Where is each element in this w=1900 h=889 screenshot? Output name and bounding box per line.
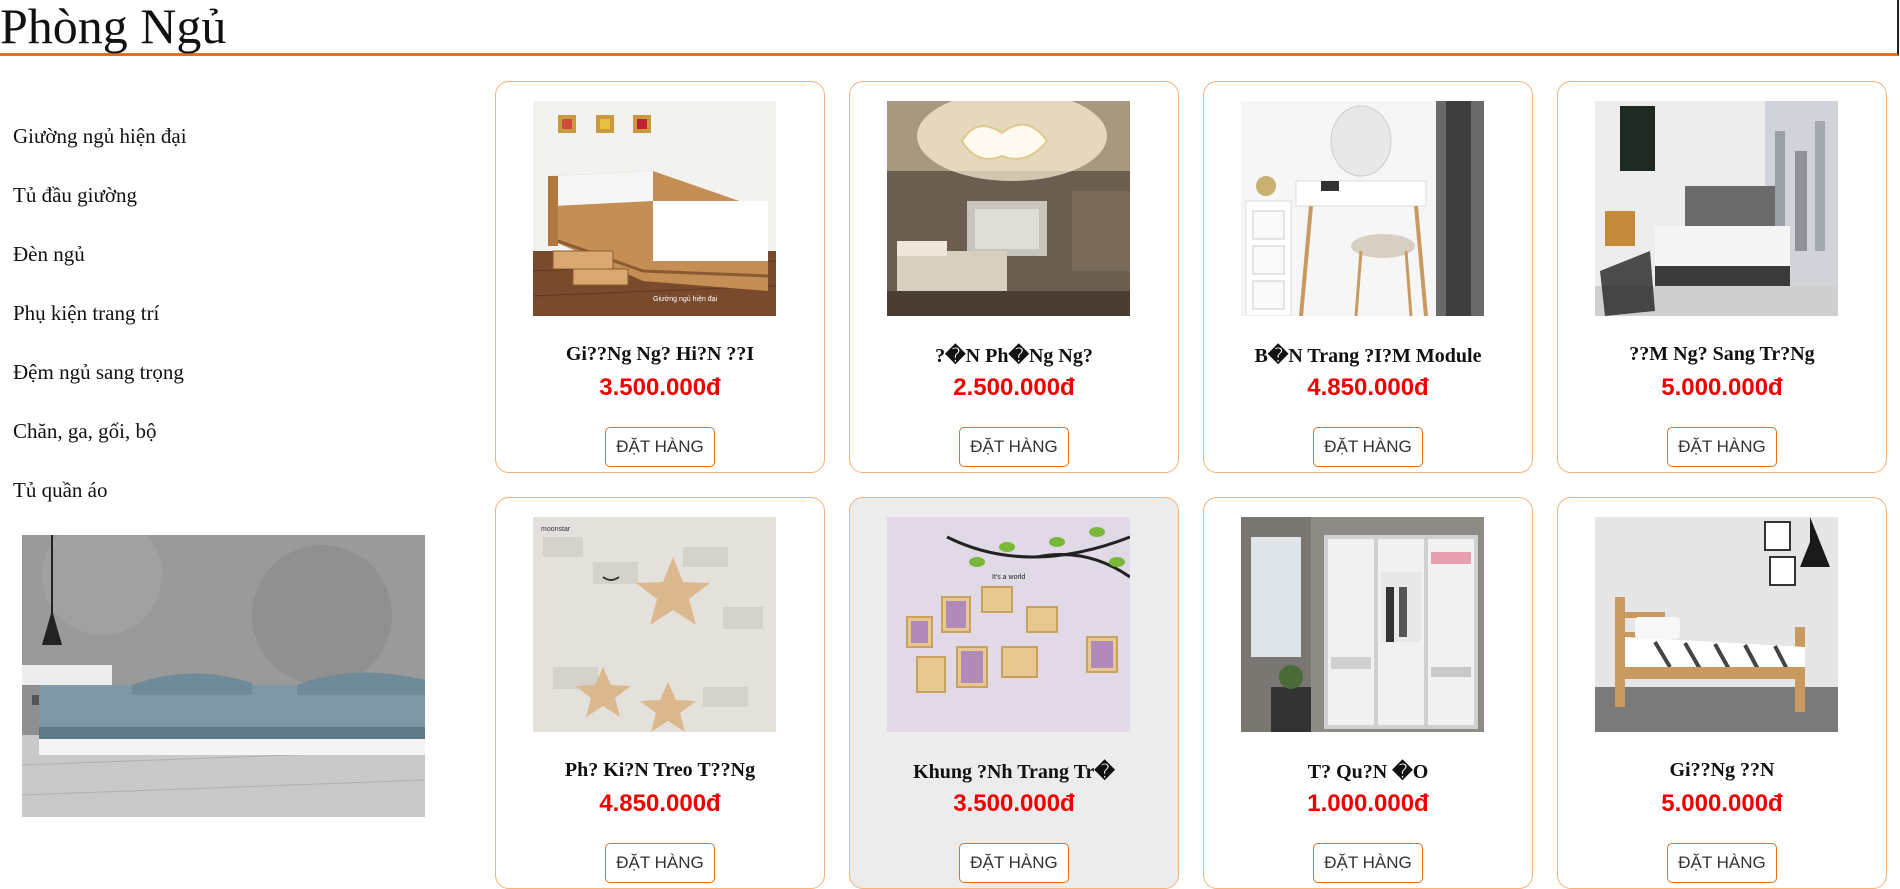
sidebar-item-bedside-cabinet[interactable]: Tủ đầu giường bbox=[13, 181, 137, 209]
product-price: 4.850.000đ bbox=[599, 790, 721, 817]
order-button[interactable]: ĐẶT HÀNG bbox=[1313, 427, 1423, 467]
product-image[interactable] bbox=[887, 101, 1130, 316]
sidebar-item-bedding[interactable]: Chăn, ga, gối, bộ bbox=[13, 417, 156, 445]
product-image[interactable] bbox=[1241, 517, 1484, 732]
page-title: Phòng Ngủ bbox=[0, 0, 227, 54]
product-price: 3.500.000đ bbox=[953, 790, 1075, 817]
sidebar-item-mattress[interactable]: Đệm ngủ sang trọng bbox=[13, 358, 184, 386]
page-header: Phòng Ngủ bbox=[0, 0, 1899, 56]
product-image[interactable] bbox=[1595, 101, 1838, 316]
sidebar-item-wardrobe[interactable]: Tủ quần áo bbox=[13, 476, 107, 504]
product-card[interactable]: B�N Trang ?I?M Module 4.850.000đ ĐẶT HÀN… bbox=[1203, 81, 1533, 473]
sidebar-item-modern-bed[interactable]: Giường ngủ hiện đại bbox=[13, 122, 187, 150]
sidebar-item-decor-accessories[interactable]: Phụ kiện trang trí bbox=[13, 299, 159, 327]
product-name[interactable]: Gi??Ng ??N bbox=[1558, 759, 1886, 782]
product-image[interactable]: moonstar bbox=[533, 517, 776, 732]
product-card[interactable]: moonstar Ph? Ki?N Treo T??Ng 4.850.000đ … bbox=[495, 497, 825, 889]
product-name[interactable]: B�N Trang ?I?M Module bbox=[1204, 343, 1532, 368]
order-button[interactable]: ĐẶT HÀNG bbox=[1667, 427, 1777, 467]
order-button[interactable]: ĐẶT HÀNG bbox=[959, 843, 1069, 883]
product-price: 3.500.000đ bbox=[599, 374, 721, 401]
product-price: 2.500.000đ bbox=[953, 374, 1075, 401]
product-name[interactable]: ??M Ng? Sang Tr?Ng bbox=[1558, 343, 1886, 366]
product-price: 5.000.000đ bbox=[1661, 374, 1783, 401]
order-button[interactable]: ĐẶT HÀNG bbox=[1313, 843, 1423, 883]
product-card[interactable]: ??M Ng? Sang Tr?Ng 5.000.000đ ĐẶT HÀNG bbox=[1557, 81, 1887, 473]
order-button[interactable]: ĐẶT HÀNG bbox=[605, 427, 715, 467]
order-button[interactable]: ĐẶT HÀNG bbox=[605, 843, 715, 883]
product-card[interactable]: It's a world Khung ?Nh Trang Tr� 3.500.0… bbox=[849, 497, 1179, 889]
product-price: 4.850.000đ bbox=[1307, 374, 1429, 401]
product-card[interactable]: Gi??Ng ??N 5.000.000đ ĐẶT HÀNG bbox=[1557, 497, 1887, 889]
product-name[interactable]: T? Qu?N �O bbox=[1204, 759, 1532, 784]
product-image[interactable]: It's a world bbox=[887, 517, 1130, 732]
sidebar-banner-image bbox=[22, 535, 425, 817]
order-button[interactable]: ĐẶT HÀNG bbox=[959, 427, 1069, 467]
svg-text:moonstar: moonstar bbox=[541, 526, 571, 533]
product-name[interactable]: Ph? Ki?N Treo T??Ng bbox=[496, 759, 824, 782]
product-name[interactable]: Gi??Ng Ng? Hi?N ??I bbox=[496, 343, 824, 366]
product-card[interactable]: ?�N Ph�Ng Ng? 2.500.000đ ĐẶT HÀNG bbox=[849, 81, 1179, 473]
product-image[interactable] bbox=[1241, 101, 1484, 316]
svg-text:It's a world: It's a world bbox=[992, 574, 1025, 581]
svg-text:Giường ngủ hiện đại: Giường ngủ hiện đại bbox=[653, 295, 718, 303]
sidebar-item-bed-lamp[interactable]: Đèn ngủ bbox=[13, 240, 85, 268]
product-name[interactable]: Khung ?Nh Trang Tr� bbox=[850, 759, 1178, 784]
product-price: 1.000.000đ bbox=[1307, 790, 1429, 817]
product-card[interactable]: Giường ngủ hiện đại Gi??Ng Ng? Hi?N ??I … bbox=[495, 81, 825, 473]
product-image[interactable] bbox=[1595, 517, 1838, 732]
product-name[interactable]: ?�N Ph�Ng Ng? bbox=[850, 343, 1178, 368]
product-card[interactable]: T? Qu?N �O 1.000.000đ ĐẶT HÀNG bbox=[1203, 497, 1533, 889]
product-price: 5.000.000đ bbox=[1661, 790, 1783, 817]
product-image[interactable]: Giường ngủ hiện đại bbox=[533, 101, 776, 316]
order-button[interactable]: ĐẶT HÀNG bbox=[1667, 843, 1777, 883]
